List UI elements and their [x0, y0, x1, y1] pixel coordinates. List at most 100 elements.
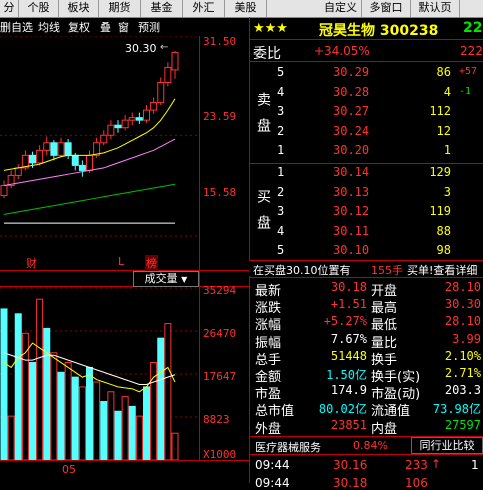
- tab-funds[interactable]: 基金: [141, 0, 183, 17]
- price-grid: [0, 36, 199, 237]
- stat-label: 最新: [255, 284, 282, 299]
- stat-value: 3.99: [452, 331, 481, 346]
- buy-level-price[interactable]: 30.12: [333, 204, 369, 218]
- volume-bar: [121, 396, 129, 461]
- price-volume-divider: [0, 270, 249, 271]
- stat-label: 流通值: [371, 404, 411, 420]
- candle-body: [164, 66, 172, 83]
- stat-value: 73.98亿: [432, 402, 481, 417]
- moving-average-button[interactable]: 均线: [38, 19, 60, 35]
- remove-favorite-button[interactable]: 删自选: [0, 19, 33, 35]
- sell-level-change: -1: [459, 85, 472, 97]
- sell-level-number: 4: [277, 84, 285, 99]
- sector-name[interactable]: 医疗器械服务: [255, 439, 321, 455]
- sell-level-number: 1: [277, 143, 285, 157]
- buy-level-price[interactable]: 30.11: [333, 224, 369, 238]
- buy-level-volume: 88: [436, 223, 451, 238]
- candle-body: [86, 154, 93, 171]
- weibi-right-value: 222: [460, 44, 483, 58]
- volume-bar: [128, 405, 136, 461]
- price-volume-chart[interactable]: [0, 36, 200, 464]
- trade-volume: 233: [405, 458, 428, 472]
- tab-futures[interactable]: 期货: [99, 0, 141, 17]
- sell-level-price[interactable]: 30.20: [333, 143, 369, 157]
- candle-body: [157, 81, 165, 104]
- stat-value: 27597: [444, 417, 481, 432]
- tab-forex[interactable]: 外汇: [183, 0, 225, 17]
- volume-bar: [14, 313, 22, 461]
- volume-bar: [164, 323, 172, 461]
- buy-level-number: 4: [277, 223, 285, 238]
- vol-axis-max: 35294: [203, 284, 237, 297]
- forecast-button[interactable]: 预测: [138, 19, 160, 35]
- sell-side-label: 卖盘: [255, 92, 271, 144]
- sell-level-volume: 4: [443, 84, 451, 99]
- buy-level-price[interactable]: 30.14: [333, 165, 369, 179]
- volume-indicator-select[interactable]: 成交量 ▼: [133, 271, 199, 287]
- candle-body: [143, 109, 150, 121]
- buy-level-number: 5: [277, 243, 285, 257]
- buy-level-number: 1: [277, 165, 285, 179]
- sell-level-number: 3: [277, 104, 285, 118]
- volume-title: 成交量: [144, 272, 178, 285]
- candle-body: [107, 124, 115, 136]
- ranking-marker[interactable]: 榜: [145, 255, 158, 271]
- candle-body: [150, 102, 158, 111]
- tab-stocks[interactable]: 个股: [19, 0, 59, 17]
- stat-label: 总市值: [255, 404, 295, 420]
- trade-count: 1: [471, 458, 479, 472]
- volume-bar: [71, 376, 79, 461]
- tab-custom[interactable]: 自定义: [320, 0, 362, 17]
- window-button[interactable]: 窗: [118, 19, 129, 35]
- buy-level-price[interactable]: 30.13: [333, 185, 369, 199]
- candle-body: [128, 117, 136, 121]
- stat-label: 换手(实): [371, 370, 421, 385]
- buy-level-volume: 98: [436, 243, 451, 257]
- stat-label: 量比: [371, 335, 398, 351]
- compare-industry-button[interactable]: 同行业比较: [411, 437, 483, 454]
- overlay-button[interactable]: 叠: [100, 19, 111, 35]
- sell-level-number: 2: [277, 123, 285, 138]
- tab-fen[interactable]: 分: [0, 0, 19, 17]
- volume-bar: [86, 366, 93, 461]
- sell-level-price[interactable]: 30.27: [333, 104, 369, 118]
- vol-axis-unit: X1000: [203, 448, 237, 461]
- rating-stars: ★★★: [253, 21, 288, 36]
- stat-label: 市盈(动): [371, 387, 421, 403]
- ticker-text: 在买盘30.10位置有: [253, 264, 351, 277]
- candle-body: [121, 119, 129, 129]
- sector-change: 0.84%: [353, 439, 388, 452]
- buy-level-price[interactable]: 30.10: [333, 243, 369, 257]
- stat-value: 2.71%: [444, 366, 481, 380]
- up-arrow-icon: ↑: [431, 457, 442, 471]
- chart-toolbar: 删自选 均线 复权 叠 窗 预测: [0, 17, 195, 36]
- adjust-price-button[interactable]: 复权: [68, 19, 90, 35]
- tab-us-stocks[interactable]: 美股: [225, 0, 267, 17]
- volume-bar: [100, 401, 108, 461]
- volume-bar: [114, 410, 122, 461]
- stat-value: 1.50亿: [326, 368, 367, 382]
- volume-bar: [64, 362, 72, 461]
- view-detail-link[interactable]: 买单!查看详细: [407, 262, 477, 278]
- tab-default-page[interactable]: 默认页: [411, 0, 460, 17]
- sell-level-price[interactable]: 30.28: [333, 85, 369, 99]
- candle-body: [171, 52, 179, 71]
- sell-level-price[interactable]: 30.24: [333, 124, 369, 138]
- stat-label: 振幅: [255, 335, 282, 351]
- candle-body: [64, 142, 72, 156]
- candle-body: [71, 154, 79, 166]
- stat-value: 80.02亿: [318, 402, 367, 417]
- market-tab-bar: 分 个股 板块 期货 基金 外汇 美股 自定义 多窗口 默认页: [0, 0, 483, 18]
- candle-body: [43, 142, 51, 151]
- buy-level-volume: 3: [443, 184, 451, 199]
- sell-level-volume: 1: [443, 143, 451, 157]
- vol-axis-3: 17647: [203, 370, 237, 383]
- sell-level-volume: 112: [429, 104, 451, 118]
- sell-level-price[interactable]: 30.29: [333, 65, 369, 79]
- buy-side-label: 买盘: [255, 189, 271, 241]
- finance-marker[interactable]: 财: [26, 255, 37, 271]
- tab-sectors[interactable]: 板块: [59, 0, 99, 17]
- tab-multi-window[interactable]: 多窗口: [362, 0, 411, 17]
- l-marker[interactable]: L: [118, 255, 124, 268]
- order-alert-ticker[interactable]: 在买盘30.10位置有 155手 买单!查看详细: [249, 261, 483, 278]
